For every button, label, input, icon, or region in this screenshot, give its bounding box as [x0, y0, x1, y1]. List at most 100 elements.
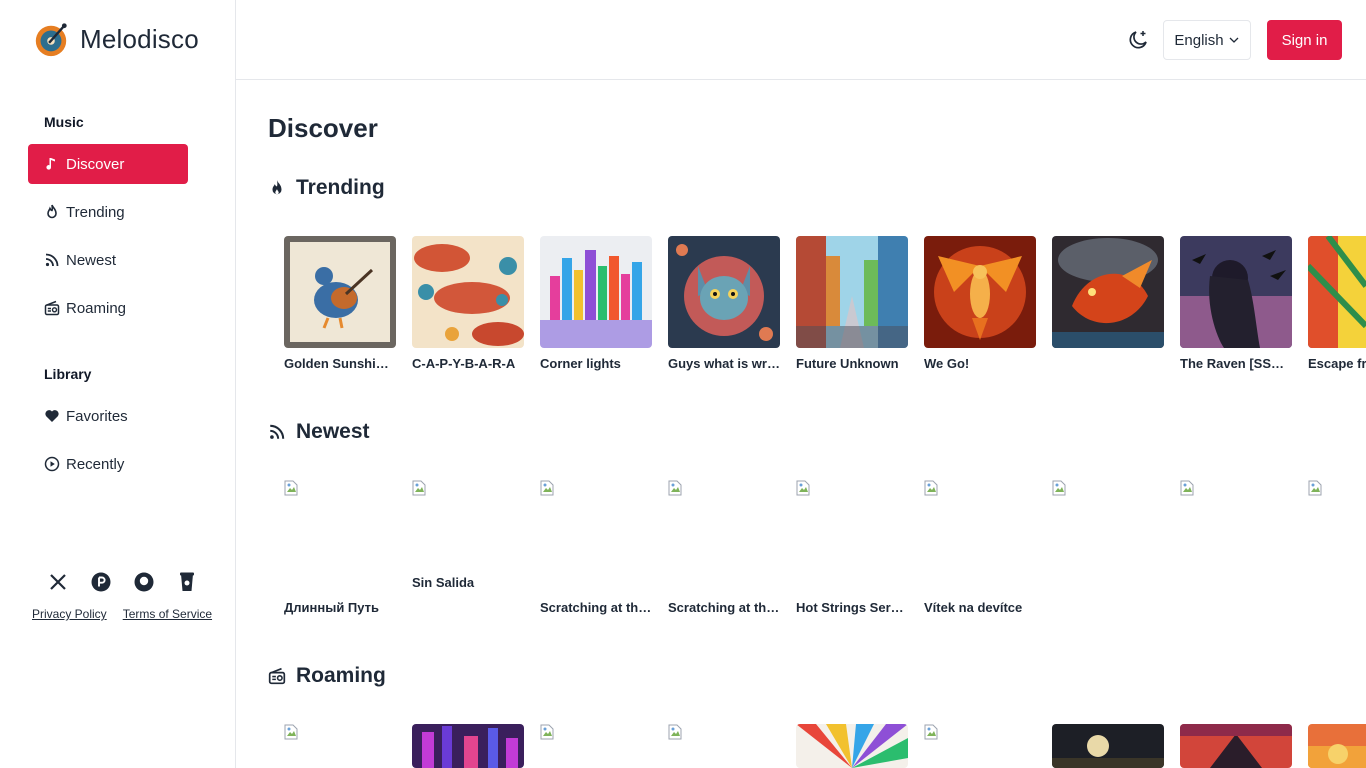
nav-section-music: Music: [44, 114, 84, 130]
broken-image-icon: [412, 480, 426, 496]
song-cover: [284, 236, 396, 348]
language-select[interactable]: English: [1163, 20, 1251, 60]
song-cover: [412, 724, 524, 768]
song-cover: [1052, 480, 1164, 592]
flame-icon: [47, 204, 57, 219]
flame-icon: [272, 180, 282, 195]
section-title-label: Roaming: [296, 664, 386, 687]
song-card[interactable]: [284, 724, 396, 768]
section-title-newest: Newest: [268, 420, 370, 444]
app-name: Melodisco: [80, 23, 199, 54]
coffee-icon[interactable]: [177, 570, 197, 594]
broken-image-icon: [540, 724, 554, 740]
sidebar-item-favorites[interactable]: Favorites: [28, 396, 188, 436]
song-card[interactable]: [924, 724, 1036, 768]
sidebar-item-trending[interactable]: Trending: [28, 192, 188, 232]
song-card[interactable]: Scratching at the door: [668, 480, 780, 615]
song-card[interactable]: We Go!: [924, 236, 1036, 371]
x-icon[interactable]: [48, 570, 68, 594]
top-header: English Sign in: [236, 0, 1366, 80]
sidebar-item-recently[interactable]: Recently: [28, 444, 188, 484]
song-title: C-A-P-Y-B-A-R-A: [412, 356, 516, 371]
song-cover: [1308, 724, 1366, 768]
producthunt-icon[interactable]: [91, 570, 111, 594]
roaming-row: [284, 724, 1366, 768]
song-card[interactable]: Scratching at the door: [540, 480, 652, 615]
rss-icon: [45, 253, 59, 267]
broken-image-icon: [284, 480, 298, 496]
section-title-trending: Trending: [268, 176, 385, 200]
song-card[interactable]: Golden Sunshine Serenade: [284, 236, 396, 371]
song-card[interactable]: C-A-P-Y-B-A-R-A: [412, 236, 524, 371]
trending-row: Golden Sunshine Serenade C-A-P-Y-B-A-R-A…: [284, 236, 1366, 371]
radio-icon: [44, 300, 60, 316]
song-title: Golden Sunshine Serenade: [284, 356, 396, 371]
page-title: Discover: [268, 113, 378, 143]
chevron-down-icon: [1229, 37, 1239, 43]
broken-image-icon: [284, 724, 298, 740]
sidebar-item-roaming[interactable]: Roaming: [28, 288, 188, 328]
sidebar-item-label: Newest: [66, 251, 117, 269]
song-cover: [1180, 724, 1292, 768]
song-title: Scratching at the door: [540, 600, 652, 615]
song-card[interactable]: [796, 724, 908, 768]
sign-in-button[interactable]: Sign in: [1267, 20, 1342, 60]
song-card[interactable]: [1180, 724, 1292, 768]
song-card[interactable]: Sin Salida: [412, 480, 524, 615]
broken-image-icon: [924, 480, 938, 496]
song-card[interactable]: [540, 724, 652, 768]
logo-icon: [35, 23, 67, 57]
section-title-label: Trending: [296, 176, 385, 199]
song-card[interactable]: [1180, 480, 1292, 615]
newest-row: Длинный Путь Sin Salida Scratching at th…: [284, 480, 1366, 615]
sidebar-item-label: Favorites: [66, 407, 128, 425]
song-card[interactable]: [1052, 724, 1164, 768]
song-card[interactable]: [1308, 480, 1366, 615]
song-cover: [1052, 236, 1164, 348]
song-card[interactable]: Vítek na devítce: [924, 480, 1036, 615]
song-card[interactable]: Escape from: [1308, 236, 1366, 371]
song-title: Corner lights: [540, 356, 621, 371]
sidebar-item-newest[interactable]: Newest: [28, 240, 188, 280]
sidebar-item-label: Recently: [66, 455, 125, 473]
music-note-icon: [46, 158, 55, 170]
song-cover: [668, 236, 780, 348]
song-cover: [540, 236, 652, 348]
song-card[interactable]: Corner lights: [540, 236, 652, 371]
privacy-policy-link[interactable]: Privacy Policy: [32, 607, 107, 621]
song-cover: [412, 480, 524, 567]
song-card[interactable]: Guys what is wrong: [668, 236, 780, 371]
terms-of-service-link[interactable]: Terms of Service: [123, 607, 212, 621]
song-card[interactable]: Длинный Путь: [284, 480, 396, 615]
song-title: Vítek na devítce: [924, 600, 1023, 615]
song-title: Escape from: [1308, 356, 1366, 371]
song-card[interactable]: [1052, 480, 1164, 615]
broken-image-icon: [924, 724, 938, 740]
song-card[interactable]: [412, 724, 524, 768]
heart-icon: [45, 410, 59, 422]
broken-image-icon: [540, 480, 554, 496]
song-title: The Raven [SSC3 ...]: [1180, 356, 1292, 371]
section-title-label: Newest: [296, 420, 370, 443]
song-title: Scratching at the door: [668, 600, 780, 615]
song-title: Guys what is wrong: [668, 356, 780, 371]
sidebar-item-discover[interactable]: Discover: [28, 144, 188, 184]
song-title: Hot Strings Serenade: [796, 600, 908, 615]
broken-image-icon: [668, 480, 682, 496]
song-card[interactable]: Future Unknown: [796, 236, 908, 371]
song-card[interactable]: [668, 724, 780, 768]
legal-links: Privacy Policy Terms of Service: [32, 607, 212, 621]
song-card[interactable]: The Raven [SSC3 ...]: [1180, 236, 1292, 371]
song-cover: [796, 236, 908, 348]
theme-toggle-button[interactable]: [1126, 28, 1150, 52]
song-cover: [284, 724, 396, 768]
language-label: English: [1174, 31, 1224, 49]
song-cover: [796, 724, 908, 768]
github-icon[interactable]: [134, 570, 154, 594]
song-cover: [1308, 480, 1366, 592]
song-card[interactable]: [1052, 236, 1164, 371]
app-logo[interactable]: Melodisco: [32, 20, 199, 58]
broken-image-icon: [796, 480, 810, 496]
song-card[interactable]: Hot Strings Serenade: [796, 480, 908, 615]
song-card[interactable]: [1308, 724, 1366, 768]
